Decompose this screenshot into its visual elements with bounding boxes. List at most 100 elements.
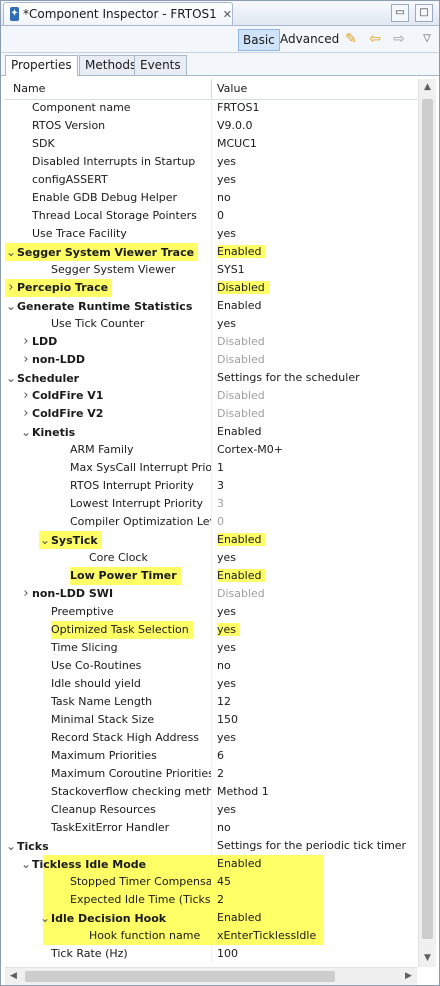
table-row[interactable]: Use Tick Counter yes xyxy=(5,315,417,333)
table-row[interactable]: Expected Idle Time (Ticks) 2 xyxy=(5,891,417,909)
table-row[interactable]: ⌄SysTick Enabled xyxy=(5,531,417,549)
table-row[interactable]: Maximum Coroutine Priorities 2 xyxy=(5,765,417,783)
table-row[interactable]: › Percepio Trace Disabled xyxy=(5,279,417,297)
chevron-down-icon[interactable]: ⌄ xyxy=(39,531,51,549)
chevron-right-icon[interactable]: › xyxy=(20,333,32,351)
property-value-cell[interactable]: yes xyxy=(217,801,415,819)
property-value-cell[interactable]: yes xyxy=(217,729,415,747)
table-row[interactable]: Compiler Optimization Lev 0 xyxy=(5,513,417,531)
property-value-cell[interactable]: yes xyxy=(217,639,415,657)
table-row[interactable]: Idle should yield yes xyxy=(5,675,417,693)
property-value-cell[interactable]: yes xyxy=(217,603,415,621)
table-row[interactable]: Time Slicing yes xyxy=(5,639,417,657)
scroll-up-icon[interactable]: ▲ xyxy=(419,79,436,96)
property-value-cell[interactable]: 1 xyxy=(217,459,415,477)
chevron-down-icon[interactable]: ⌄ xyxy=(39,909,51,927)
table-row[interactable]: Lowest Interrupt Priority 3 xyxy=(5,495,417,513)
property-value-cell[interactable]: Disabled xyxy=(217,351,415,369)
table-row[interactable]: ⌄Tickless Idle Mode Enabled xyxy=(5,855,417,873)
chevron-right-icon[interactable]: › xyxy=(20,351,32,369)
view-menu-chevron-icon[interactable]: ▽ xyxy=(419,31,435,47)
chevron-right-icon[interactable]: › xyxy=(20,387,32,405)
vertical-scroll-thumb[interactable] xyxy=(422,99,433,939)
property-value-cell[interactable]: yes xyxy=(217,621,415,639)
property-value-cell[interactable]: 2 xyxy=(212,891,410,909)
table-row[interactable]: TaskExitError Handler no xyxy=(5,819,417,837)
property-value-cell[interactable]: 3 xyxy=(217,495,415,513)
view-tab[interactable]: ✦ *Component Inspector - FRTOS1 ✕ xyxy=(3,2,233,25)
table-row[interactable]: ⌄Idle Decision Hook Enabled xyxy=(5,909,417,927)
scroll-down-icon[interactable]: ▼ xyxy=(419,950,436,967)
table-row[interactable]: Disabled Interrupts in Startup yes xyxy=(5,153,417,171)
table-row[interactable]: configASSERT yes xyxy=(5,171,417,189)
property-value-cell[interactable]: Disabled xyxy=(217,585,415,603)
chevron-right-icon[interactable]: › xyxy=(5,279,17,297)
table-row[interactable]: ⌄Kinetis Enabled xyxy=(5,423,417,441)
property-value-cell[interactable]: Settings for the periodic tick timer xyxy=(217,837,415,855)
advanced-mode-button[interactable]: Advanced xyxy=(276,29,343,49)
property-value-cell[interactable]: Disabled xyxy=(217,333,415,351)
property-value-cell[interactable]: Enabled xyxy=(212,855,410,873)
table-row[interactable]: Preemptive yes xyxy=(5,603,417,621)
property-value-cell[interactable]: MCUC1 xyxy=(217,135,415,153)
column-header-name[interactable]: Name xyxy=(13,82,45,95)
chevron-down-icon[interactable]: ⌄ xyxy=(20,423,32,441)
table-row[interactable]: ⌄Scheduler Settings for the scheduler xyxy=(5,369,417,387)
property-value-cell[interactable]: 12 xyxy=(217,693,415,711)
table-row[interactable]: RTOS Interrupt Priority 3 xyxy=(5,477,417,495)
table-row[interactable]: ⌄Generate Runtime Statistics Enabled xyxy=(5,297,417,315)
property-value-cell[interactable]: xEnterTicklessIdle xyxy=(212,927,410,945)
chevron-down-icon[interactable]: ⌄ xyxy=(5,837,17,855)
table-row[interactable]: Use Co-Routines no xyxy=(5,657,417,675)
property-value-cell[interactable]: yes xyxy=(217,675,415,693)
table-row[interactable]: Tick Rate (Hz) 100 xyxy=(5,945,417,963)
property-value-cell[interactable]: Method 1 xyxy=(217,783,415,801)
table-row[interactable]: Core Clock yes xyxy=(5,549,417,567)
chevron-down-icon[interactable]: ⌄ xyxy=(5,297,17,315)
minimize-icon[interactable]: ▭ xyxy=(391,4,409,22)
property-value-cell[interactable]: 100 xyxy=(217,945,415,963)
table-row[interactable]: Segger System Viewer SYS1 xyxy=(5,261,417,279)
property-value-cell[interactable]: yes xyxy=(217,153,415,171)
chevron-right-icon[interactable]: › xyxy=(20,405,32,423)
table-row[interactable]: Max SysCall Interrupt Priori 1 xyxy=(5,459,417,477)
property-value-cell[interactable]: 3 xyxy=(217,477,415,495)
property-value-cell[interactable]: V9.0.0 xyxy=(217,117,415,135)
table-row[interactable]: Optimized Task Selection yes xyxy=(5,621,417,639)
property-value-cell[interactable]: SYS1 xyxy=(217,261,415,279)
table-row[interactable]: Cleanup Resources yes xyxy=(5,801,417,819)
property-value-cell[interactable]: Disabled xyxy=(217,279,415,297)
property-value-cell[interactable]: Disabled xyxy=(217,405,415,423)
chevron-down-icon[interactable]: ⌄ xyxy=(5,369,17,387)
table-row[interactable]: Thread Local Storage Pointers 0 xyxy=(5,207,417,225)
table-row[interactable]: › non-LDD Disabled xyxy=(5,351,417,369)
table-row[interactable]: › ColdFire V1 Disabled xyxy=(5,387,417,405)
property-value-cell[interactable]: no xyxy=(217,189,415,207)
horizontal-scrollbar[interactable]: ◀ ▶ xyxy=(5,967,417,985)
table-row[interactable]: Stackoverflow checking metho Method 1 xyxy=(5,783,417,801)
basic-mode-button[interactable]: Basic xyxy=(238,29,280,51)
chevron-down-icon[interactable]: ⌄ xyxy=(20,855,32,873)
maximize-icon[interactable]: □ xyxy=(415,4,433,22)
property-value-cell[interactable]: 6 xyxy=(217,747,415,765)
table-row[interactable]: › LDD Disabled xyxy=(5,333,417,351)
property-value-cell[interactable]: Enabled xyxy=(217,243,415,261)
scroll-left-icon[interactable]: ◀ xyxy=(5,968,22,985)
property-value-cell[interactable]: Disabled xyxy=(217,387,415,405)
close-icon[interactable]: ✕ xyxy=(223,8,232,21)
table-row[interactable]: Hook function name xEnterTicklessIdle xyxy=(5,927,417,945)
tab-events[interactable]: Events xyxy=(134,55,187,75)
table-row[interactable]: ⌄Ticks Settings for the periodic tick tim… xyxy=(5,837,417,855)
property-value-cell[interactable]: no xyxy=(217,819,415,837)
table-row[interactable]: Enable GDB Debug Helper no xyxy=(5,189,417,207)
property-value-cell[interactable]: Enabled xyxy=(217,423,415,441)
property-value-cell[interactable]: Enabled xyxy=(217,531,415,549)
pin-icon[interactable]: ✎ xyxy=(343,31,359,47)
property-value-cell[interactable]: Enabled xyxy=(217,567,415,585)
table-row[interactable]: Task Name Length 12 xyxy=(5,693,417,711)
horizontal-scroll-thumb[interactable] xyxy=(25,971,335,982)
table-row[interactable]: Low Power Timer Enabled xyxy=(5,567,417,585)
property-value-cell[interactable]: Enabled xyxy=(217,297,415,315)
property-value-cell[interactable]: 150 xyxy=(217,711,415,729)
table-row[interactable]: Use Trace Facility yes xyxy=(5,225,417,243)
